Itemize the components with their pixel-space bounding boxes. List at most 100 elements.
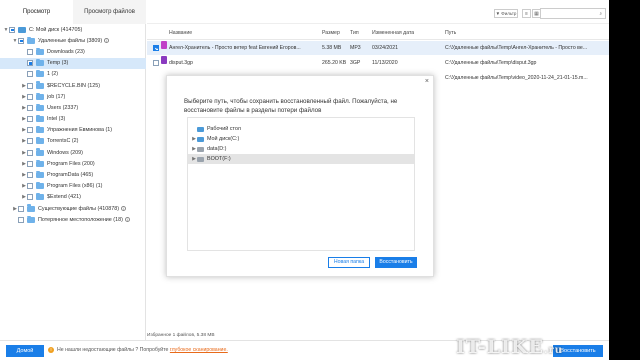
tree-node-label: Intel (3) bbox=[47, 116, 66, 123]
drive-icon bbox=[197, 126, 204, 132]
tree-checkbox[interactable] bbox=[27, 138, 33, 145]
tree-node[interactable]: Downloads (23) bbox=[0, 46, 146, 57]
tree-node[interactable]: ▶ Intel (3) bbox=[0, 114, 146, 125]
tree-node-label: Удаленные файлы (3809) bbox=[38, 37, 103, 44]
tree-node-label: TorrentsC (2) bbox=[47, 138, 79, 145]
tree-node[interactable]: ▶ Program Files (200) bbox=[0, 158, 146, 169]
tree-checkbox[interactable] bbox=[27, 127, 33, 134]
tree-checkbox[interactable] bbox=[27, 71, 33, 78]
tree-node[interactable]: ▶ Program Files (x86) (1) bbox=[0, 181, 146, 192]
tree-checkbox[interactable] bbox=[27, 93, 33, 100]
new-folder-button[interactable]: Новая папка bbox=[328, 257, 370, 268]
bottom-message-text: Не нашли недостающие файлы ? Попробуйте bbox=[57, 347, 169, 353]
tree-checkbox[interactable] bbox=[27, 172, 33, 179]
warning-icon: ! bbox=[48, 347, 54, 353]
destination-node[interactable]: ▶ BOOT(F:) bbox=[188, 154, 414, 164]
restore-button[interactable]: Восстановить bbox=[375, 257, 417, 268]
cell-path: C:\Удаленные файлы\Temp\Ангел-Хранитель … bbox=[445, 45, 588, 51]
tree-node-label: $Extend (421) bbox=[47, 194, 81, 201]
selection-status: Избранное 1 файлов, 5.38 MB bbox=[147, 333, 215, 338]
list-view-icon[interactable]: ≡ bbox=[522, 9, 531, 18]
tree-checkbox[interactable] bbox=[18, 216, 24, 223]
drive-icon bbox=[197, 146, 204, 152]
tree-node[interactable]: ▶ TorrentsC (2) bbox=[0, 136, 146, 147]
tree-node-label: $RECYCLE.BIN (125) bbox=[47, 82, 101, 89]
left-panel: Просмотр Просмотр файлов ▼ C: Мой диск (4… bbox=[0, 0, 146, 340]
tree-checkbox[interactable] bbox=[27, 48, 33, 55]
tree-node-label: 1 (2) bbox=[47, 71, 59, 78]
media-file-icon bbox=[161, 41, 167, 49]
tree-checkbox[interactable] bbox=[27, 104, 33, 111]
tree-node-label: Temp (3) bbox=[47, 60, 69, 67]
folder-icon bbox=[27, 204, 35, 212]
folder-icon bbox=[36, 92, 44, 100]
tree-node[interactable]: ▶ $Extend (421) bbox=[0, 192, 146, 203]
col-name[interactable]: Название bbox=[169, 26, 192, 40]
tab-preview[interactable]: Просмотр bbox=[0, 0, 73, 24]
tree-checkbox[interactable] bbox=[27, 116, 33, 123]
destination-node[interactable]: Рабочий стол bbox=[188, 124, 414, 134]
tree-node[interactable]: Потерянное местоположение (18) i bbox=[0, 214, 146, 225]
tree-node[interactable]: ▶ Users (2337) bbox=[0, 102, 146, 113]
deep-scan-link[interactable]: глубокое сканирование. bbox=[170, 347, 228, 353]
tree-checkbox[interactable] bbox=[9, 26, 15, 33]
tab-file-preview[interactable]: Просмотр файлов bbox=[73, 0, 146, 24]
tree-checkbox[interactable] bbox=[27, 82, 33, 89]
restore-dialog: × Выберите путь, чтобы сохранить восстан… bbox=[166, 75, 434, 277]
tree-node[interactable]: ▶ Windows (209) bbox=[0, 147, 146, 158]
destination-label: data(D:) bbox=[207, 146, 227, 152]
table-row[interactable]: disput.3gp 265.20 KB 3GP 11/13/2020 C:\Удале… bbox=[147, 56, 609, 70]
tree-checkbox[interactable] bbox=[27, 60, 33, 67]
tree-node[interactable]: Temp (3) bbox=[0, 57, 146, 69]
tree-checkbox[interactable] bbox=[27, 183, 33, 190]
folder-icon bbox=[36, 103, 44, 111]
tree-node[interactable]: ▶ job (17) bbox=[0, 91, 146, 102]
tree-node[interactable]: ▼ Удаленные файлы (3809) i bbox=[0, 35, 146, 46]
folder-icon bbox=[36, 70, 44, 78]
info-icon[interactable]: i bbox=[121, 206, 127, 212]
left-tabs: Просмотр Просмотр файлов bbox=[0, 0, 146, 24]
tree-checkbox[interactable] bbox=[27, 194, 33, 201]
cell-date: 11/13/2020 bbox=[372, 60, 398, 66]
table-row[interactable]: Ангел-Хранитель - Просто ветер feat Евге… bbox=[147, 41, 609, 55]
tree-node-label: Downloads (23) bbox=[47, 48, 85, 55]
cell-size: 265.20 KB bbox=[322, 60, 347, 66]
row-checkbox[interactable] bbox=[153, 60, 159, 66]
folder-tree: ▼ C: Мой диск (414705) ▼ Удаленные файлы (3… bbox=[0, 24, 146, 225]
destination-node[interactable]: ▶ data(D:) bbox=[188, 144, 414, 154]
tree-checkbox[interactable] bbox=[27, 149, 33, 156]
tree-node[interactable]: ▼ C: Мой диск (414705) bbox=[0, 24, 146, 35]
info-icon[interactable]: i bbox=[104, 38, 110, 44]
tree-checkbox[interactable] bbox=[27, 160, 33, 167]
folder-icon bbox=[36, 47, 44, 55]
col-date[interactable]: Измененная дата bbox=[372, 26, 414, 40]
home-button[interactable]: Домой bbox=[6, 345, 44, 357]
watermark-suffix: .ru bbox=[544, 345, 564, 356]
destination-label: Мой диск(C:) bbox=[207, 136, 240, 142]
col-size[interactable]: Размер bbox=[322, 26, 340, 40]
close-icon[interactable]: × bbox=[425, 78, 429, 85]
tree-node[interactable]: ▶ $RECYCLE.BIN (125) bbox=[0, 80, 146, 91]
tree-node-label: Program Files (x86) (1) bbox=[47, 183, 103, 190]
tree-node-label: job (17) bbox=[47, 93, 66, 100]
table-header: Название Размер Тип Измененная дата Путь bbox=[147, 26, 609, 40]
row-checkbox[interactable] bbox=[153, 45, 159, 51]
info-icon[interactable]: i bbox=[124, 217, 130, 223]
video-border bbox=[609, 0, 640, 360]
destination-node[interactable]: ▶ Мой диск(C:) bbox=[188, 134, 414, 144]
filter-button[interactable]: ▼ Фильтр bbox=[494, 9, 518, 18]
folder-icon bbox=[36, 182, 44, 190]
tree-node[interactable]: 1 (2) bbox=[0, 69, 146, 80]
tree-node[interactable]: ▶ Упражнения Евминова (1) bbox=[0, 125, 146, 136]
col-path[interactable]: Путь bbox=[445, 26, 456, 40]
tree-node[interactable]: ▶ Существующие файлы (410878) i bbox=[0, 203, 146, 214]
search-input[interactable]: ⌕ bbox=[540, 8, 606, 19]
col-type[interactable]: Тип bbox=[350, 26, 359, 40]
dialog-message: Выберите путь, чтобы сохранить восстанов… bbox=[184, 98, 398, 114]
tree-checkbox[interactable] bbox=[18, 205, 24, 212]
tree-node[interactable]: ▶ ProgramData (465) bbox=[0, 169, 146, 180]
destination-tree: Рабочий стол ▶ Мой диск(C:) ▶ data(D:) ▶ BOOT(… bbox=[187, 117, 415, 251]
folder-icon bbox=[36, 58, 44, 67]
drive-icon bbox=[197, 156, 204, 162]
tree-checkbox[interactable] bbox=[18, 37, 24, 44]
